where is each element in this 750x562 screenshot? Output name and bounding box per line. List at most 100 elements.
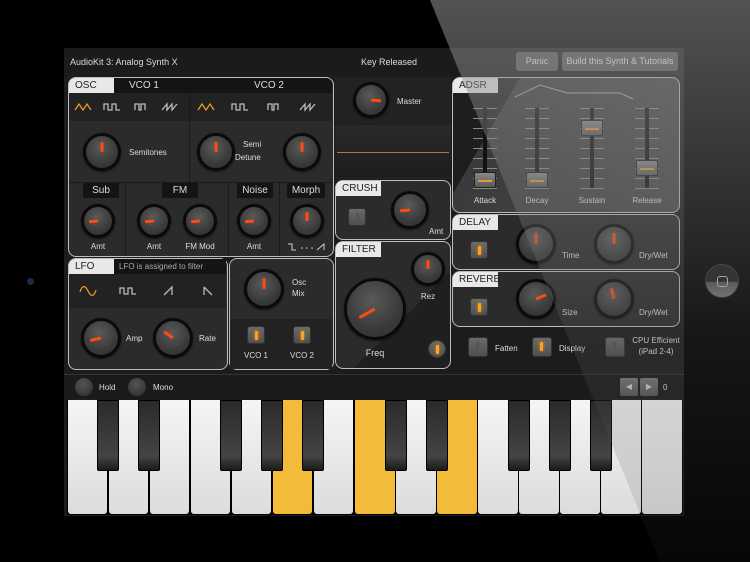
display-toggle[interactable] (532, 337, 552, 357)
home-button[interactable] (705, 264, 739, 298)
waveform-sawtooth-icon[interactable] (161, 100, 179, 112)
vco1-toggle[interactable] (247, 326, 265, 344)
lfo-amp-knob[interactable] (81, 318, 121, 358)
filter-freq-label: Freq (365, 348, 385, 358)
waveform-saw-down-icon[interactable] (199, 284, 217, 296)
slider-thumb[interactable] (636, 160, 658, 176)
delay-time-knob[interactable] (516, 224, 556, 264)
slider-thumb[interactable] (581, 120, 603, 136)
semitones-knob[interactable] (83, 133, 121, 171)
fm-header: FM (162, 183, 198, 198)
mono-button[interactable] (128, 378, 146, 396)
filter-toggle[interactable] (428, 340, 446, 358)
led-indicator-icon (255, 331, 258, 340)
lfo-tag: LFO (69, 259, 114, 274)
key-status: Key Released (360, 57, 418, 67)
osc-mix-knob[interactable] (244, 269, 284, 309)
black-key[interactable] (220, 400, 243, 471)
waveform-square-icon[interactable] (119, 284, 137, 296)
noise-header: Noise (237, 183, 273, 198)
waveform-square-icon[interactable] (103, 100, 121, 112)
knob-indicator (190, 219, 201, 224)
knob-indicator (305, 212, 309, 221)
sub-amt-label: Amt (90, 242, 106, 251)
adsr-panel: ADSR Attack Decay Sustain Release (452, 77, 680, 213)
morph-knob[interactable] (290, 204, 324, 238)
knob-indicator (610, 288, 616, 300)
mono-label: Mono (153, 383, 174, 392)
crush-toggle[interactable] (348, 208, 366, 226)
white-key[interactable] (642, 400, 682, 514)
noise-amt-knob[interactable] (237, 204, 271, 238)
osc-mix-panel: Osc Mix VCO 1 VCO 2 (229, 258, 334, 370)
slider-track[interactable] (645, 108, 649, 188)
reverb-drywet-label: Dry/Wet (639, 308, 668, 317)
knob-indicator (370, 98, 381, 103)
master-knob[interactable] (353, 82, 389, 118)
sub-amt-knob[interactable] (81, 204, 115, 238)
waveform-saw-up-icon[interactable] (159, 284, 177, 296)
black-key[interactable] (97, 400, 120, 471)
waveform-sine-icon[interactable] (79, 284, 97, 297)
master-label: Master (397, 97, 422, 106)
options-row: Fatten Display CPU Efficient (iPad 2-4) (452, 331, 680, 371)
semi-knob[interactable] (197, 133, 235, 171)
knob-indicator (144, 219, 155, 224)
octave-up-button[interactable]: ▶ (640, 378, 658, 396)
slider-thumb[interactable] (526, 172, 548, 188)
waveform-pulse-icon[interactable] (132, 100, 150, 112)
reverb-toggle[interactable] (470, 298, 488, 316)
delay-tag: DELAY (453, 215, 498, 230)
fm-amt-knob[interactable] (137, 204, 171, 238)
filter-freq-knob[interactable] (344, 278, 406, 340)
slider-tick (580, 188, 604, 189)
octave-down-button[interactable]: ◀ (620, 378, 638, 396)
master-section: Master (335, 77, 451, 179)
tutorials-button[interactable]: Build this Synth & Tutorials (562, 52, 678, 71)
vco2-toggle[interactable] (293, 326, 311, 344)
hold-button[interactable] (75, 378, 93, 396)
crush-amt-knob[interactable] (391, 191, 429, 229)
keyboard-control-bar: Hold Mono ◀ ▶ 0 (64, 374, 684, 398)
osc-tag: OSC (69, 78, 114, 93)
slider-thumb[interactable] (474, 172, 496, 188)
reverb-size-knob[interactable] (516, 279, 556, 319)
black-key[interactable] (589, 400, 612, 471)
cpu-efficient-toggle[interactable] (605, 337, 625, 357)
waveform-triangle-icon[interactable] (74, 100, 92, 112)
black-key[interactable] (507, 400, 530, 471)
delay-toggle[interactable] (470, 241, 488, 259)
led-indicator-icon (478, 246, 481, 255)
panic-button[interactable]: Panic (516, 52, 558, 71)
waveform-pulse-icon[interactable] (265, 100, 283, 112)
lfo-amp-label: Amp (126, 334, 143, 343)
vco2-toggle-label: VCO 2 (289, 351, 314, 360)
adsr-envelope-graph (515, 84, 634, 100)
waveform-square-icon[interactable] (231, 100, 249, 112)
slider-tick (473, 188, 497, 189)
slider-tick (525, 188, 549, 189)
filter-panel: FILTER Freq Rez (335, 241, 451, 369)
reverb-drywet-knob[interactable] (594, 279, 634, 319)
black-key[interactable] (261, 400, 284, 471)
black-key[interactable] (548, 400, 571, 471)
led-indicator-icon (613, 342, 616, 351)
black-key[interactable] (302, 400, 325, 471)
waveform-sawtooth-icon[interactable] (299, 100, 317, 112)
waveform-triangle-icon[interactable] (197, 100, 215, 112)
reverb-tag: REVERB (453, 272, 500, 287)
lfo-rate-knob[interactable] (153, 318, 193, 358)
knob-indicator (535, 293, 547, 301)
osc-mix-label-2: Mix (292, 289, 305, 298)
black-key[interactable] (384, 400, 407, 471)
filter-rez-knob[interactable] (411, 252, 445, 286)
fm-mod-knob[interactable] (183, 204, 217, 238)
delay-drywet-label: Dry/Wet (639, 251, 668, 260)
fatten-toggle[interactable] (468, 337, 488, 357)
knob-indicator (88, 219, 99, 224)
detune-knob[interactable] (283, 133, 321, 171)
black-key[interactable] (425, 400, 448, 471)
black-key[interactable] (138, 400, 161, 471)
delay-drywet-knob[interactable] (594, 224, 634, 264)
fm-mod-label: FM Mod (185, 242, 215, 251)
